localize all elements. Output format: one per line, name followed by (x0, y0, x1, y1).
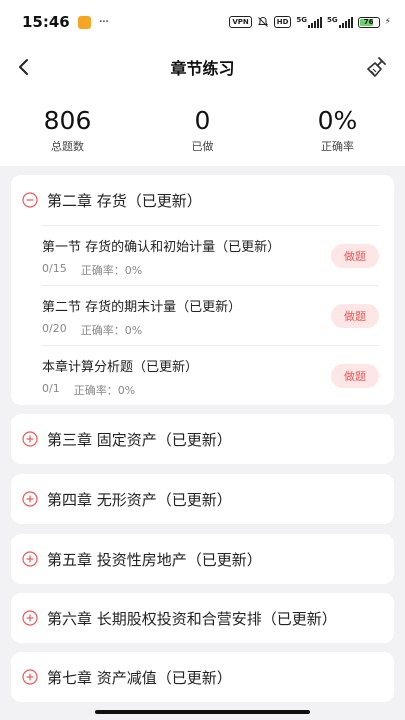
chapter-title: 第三章 固定资产（已更新） (47, 430, 232, 449)
battery-level: 76 (363, 17, 374, 26)
chapter-card[interactable]: 第三章 固定资产（已更新） (11, 414, 394, 464)
chapter-title: 第二章 存货（已更新） (47, 191, 202, 210)
section-item[interactable]: 第一节 存货的确认和初始计量（已更新） 0/15 正确率：0% 做题 (42, 225, 379, 285)
expand-plus-icon (22, 610, 38, 626)
collapse-minus-icon (22, 192, 38, 208)
more-notifications-icon: ··· (98, 14, 109, 30)
section-progress: 0/1 (42, 382, 60, 395)
stat-total-label: 总题数 (51, 140, 84, 153)
section-list: 第一节 存货的确认和初始计量（已更新） 0/15 正确率：0% 做题 第二节 存… (11, 225, 394, 405)
stat-total: 806 总题数 (0, 90, 135, 166)
section-title: 本章计算分析题（已更新） (42, 360, 199, 375)
expand-plus-icon (22, 491, 38, 507)
section-title: 第一节 存货的确认和初始计量（已更新） (42, 240, 281, 255)
stat-accuracy-value: 0% (317, 106, 358, 135)
chapter-title: 第七章 资产减值（已更新） (47, 668, 232, 687)
chapter-card[interactable]: 第六章 长期股权投资和合营安排（已更新） (11, 593, 394, 643)
charging-icon: ⚡ (384, 17, 391, 27)
practice-button[interactable]: 做题 (331, 244, 379, 268)
stat-accuracy: 0% 正确率 (270, 90, 405, 166)
status-bar: 15:46 ··· VPN HD 5G 5G 76 ⚡ (0, 0, 405, 44)
section-meta: 0/1 正确率：0% (42, 382, 135, 398)
hd-icon: HD (273, 16, 292, 28)
chapter-header[interactable]: 第四章 无形资产（已更新） (11, 474, 394, 524)
chapter-title: 第四章 无形资产（已更新） (47, 490, 232, 509)
vpn-icon: VPN (229, 16, 252, 28)
section-progress: 0/15 (42, 262, 67, 275)
practice-button[interactable]: 做题 (331, 364, 379, 388)
section-title: 第二节 存货的期末计量（已更新） (42, 300, 242, 315)
practice-button[interactable]: 做题 (331, 304, 379, 328)
chapter-card[interactable]: 第七章 资产减值（已更新） (11, 652, 394, 702)
nav-bar: 章节练习 (0, 44, 405, 90)
clear-records-button[interactable] (363, 53, 391, 81)
chapter-header[interactable]: 第三章 固定资产（已更新） (11, 414, 394, 464)
chapter-card[interactable]: 第四章 无形资产（已更新） (11, 474, 394, 524)
home-indicator[interactable] (95, 710, 310, 714)
section-item[interactable]: 本章计算分析题（已更新） 0/1 正确率：0% 做题 (42, 345, 379, 405)
chapter-header[interactable]: 第二章 存货（已更新） (11, 175, 394, 225)
section-accuracy: 正确率：0% (73, 384, 136, 397)
section-meta: 0/15 正确率：0% (42, 262, 142, 278)
notification-app-icon (77, 15, 91, 29)
chapter-title: 第五章 投资性房地产（已更新） (47, 550, 262, 569)
section-meta: 0/20 正确率：0% (42, 322, 142, 338)
chapter-card: 第二章 存货（已更新） 第一节 存货的确认和初始计量（已更新） 0/15 正确率… (11, 175, 394, 405)
expand-plus-icon (22, 431, 38, 447)
section-progress: 0/20 (42, 322, 67, 335)
stat-done-value: 0 (194, 106, 211, 135)
back-button[interactable] (10, 53, 38, 81)
mute-bell-icon (257, 16, 268, 27)
stat-done: 0 已做 (135, 90, 270, 166)
battery-icon: 76 (357, 16, 380, 28)
chapter-header[interactable]: 第七章 资产减值（已更新） (11, 652, 394, 702)
stats-summary: 806 总题数 0 已做 0% 正确率 (0, 90, 405, 166)
expand-plus-icon (22, 669, 38, 685)
chapter-header[interactable]: 第五章 投资性房地产（已更新） (11, 534, 394, 584)
stat-done-label: 已做 (191, 140, 214, 153)
stat-total-value: 806 (43, 106, 92, 135)
stat-accuracy-label: 正确率 (321, 140, 354, 153)
section-accuracy: 正确率：0% (80, 264, 143, 277)
page-title: 章节练习 (170, 59, 235, 78)
chapter-title: 第六章 长期股权投资和合营安排（已更新） (47, 609, 337, 628)
section-accuracy: 正确率：0% (80, 324, 143, 337)
signal-5g-2-icon: 5G (327, 16, 353, 28)
status-time: 15:46 (22, 13, 70, 31)
broom-icon (367, 57, 386, 77)
section-item[interactable]: 第二节 存货的期末计量（已更新） 0/20 正确率：0% 做题 (42, 285, 379, 345)
chapter-header[interactable]: 第六章 长期股权投资和合营安排（已更新） (11, 593, 394, 643)
back-chevron-icon (19, 59, 28, 75)
chapter-card[interactable]: 第五章 投资性房地产（已更新） (11, 534, 394, 584)
expand-plus-icon (22, 551, 38, 567)
status-icons: VPN HD 5G 5G 76 ⚡ (229, 16, 391, 28)
signal-5g-1-icon: 5G (296, 16, 323, 28)
